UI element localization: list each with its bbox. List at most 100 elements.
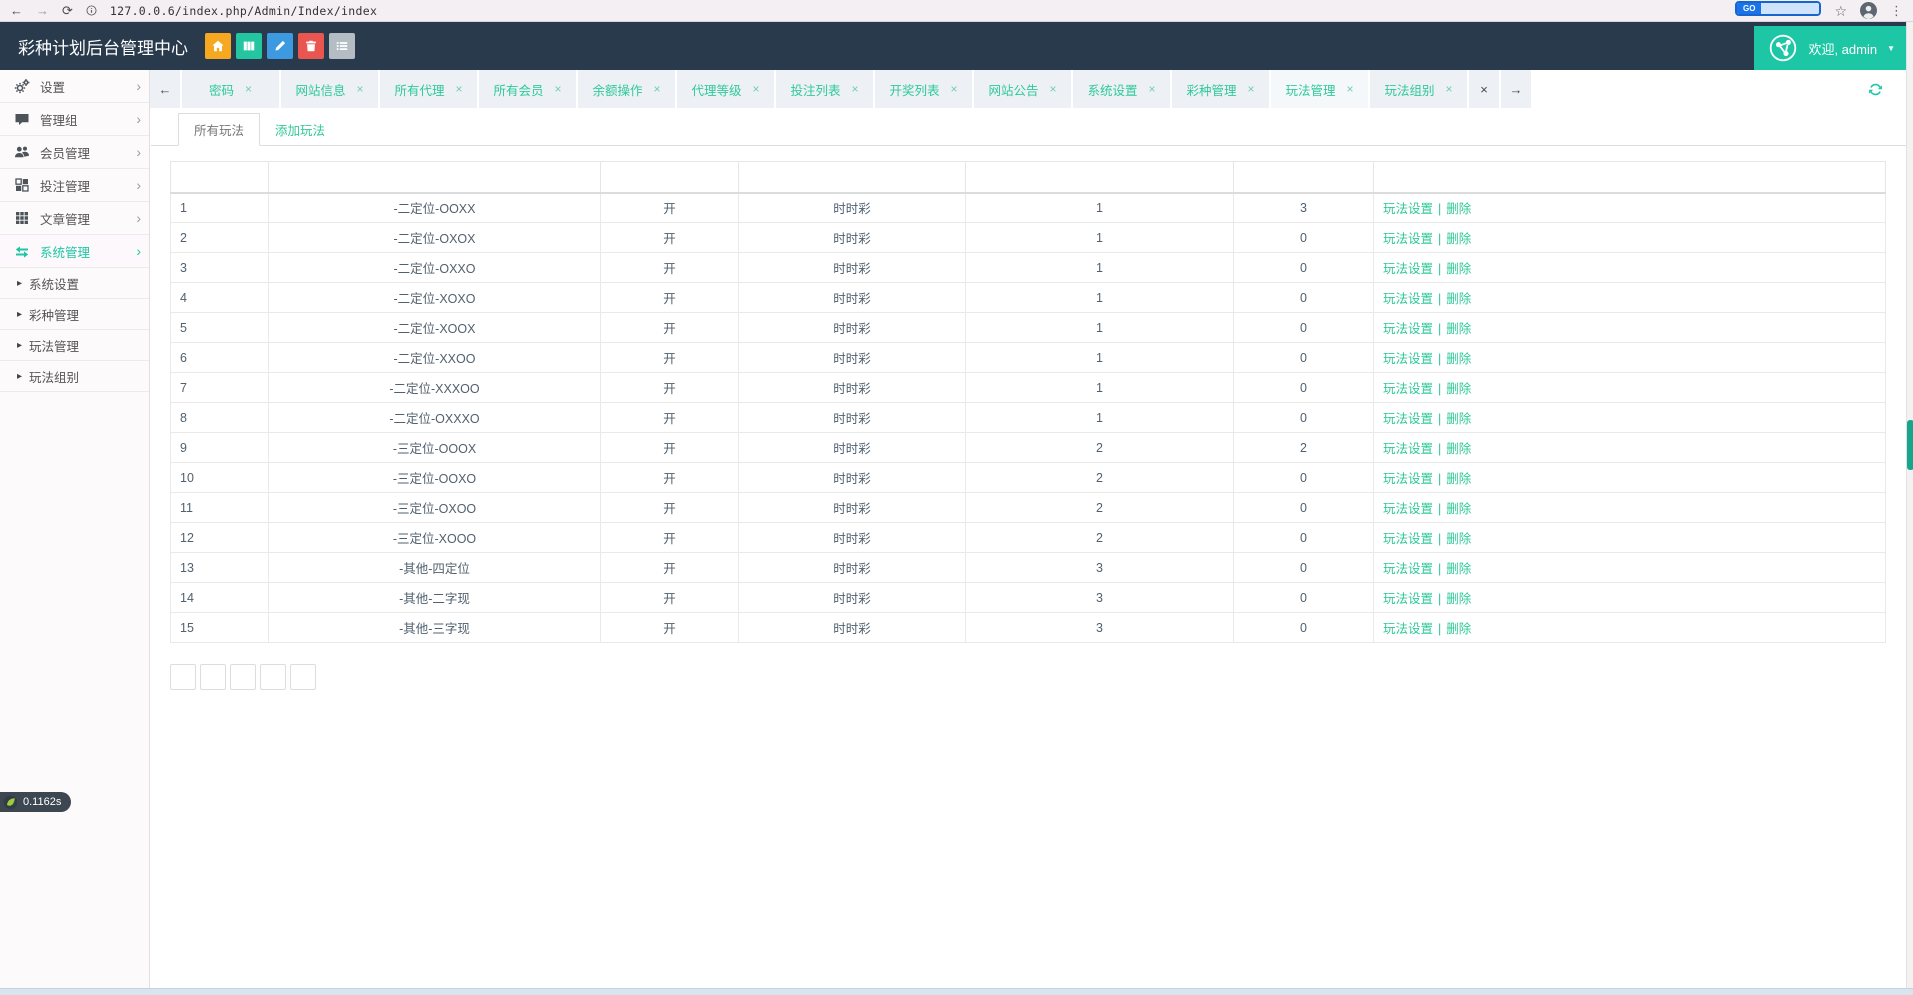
pagination-item[interactable] — [230, 664, 256, 690]
delete-link[interactable]: 删除 — [1446, 352, 1471, 366]
tab-close-icon[interactable]: × — [1149, 83, 1156, 95]
refresh-icon[interactable] — [1867, 81, 1884, 98]
sidebar-item[interactable]: 会员管理 › — [0, 136, 149, 169]
workspace-tab[interactable]: 密码 × — [182, 70, 279, 108]
delete-link[interactable]: 删除 — [1446, 532, 1471, 546]
delete-link[interactable]: 删除 — [1446, 592, 1471, 606]
tab-close-icon[interactable]: × — [753, 83, 760, 95]
header-tool-button[interactable] — [236, 33, 262, 59]
header-tool-button[interactable] — [205, 33, 231, 59]
cell-actions: 玩法设置|删除 — [1374, 313, 1886, 343]
tab-close-icon[interactable]: × — [1446, 83, 1453, 95]
play-settings-link[interactable]: 玩法设置 — [1383, 292, 1433, 306]
tab-close-icon[interactable]: × — [245, 83, 252, 95]
address-bar-url[interactable]: 127.0.0.6/index.php/Admin/Index/index — [110, 4, 377, 18]
sidebar-item[interactable]: 设置 › — [0, 70, 149, 103]
workspace-tab[interactable]: 系统设置 × — [1073, 70, 1170, 108]
workspace-tab[interactable]: 玩法组别 × — [1370, 70, 1467, 108]
play-settings-link[interactable]: 玩法设置 — [1383, 322, 1433, 336]
play-settings-link[interactable]: 玩法设置 — [1383, 382, 1433, 396]
tab-close-icon[interactable]: × — [555, 83, 562, 95]
play-settings-link[interactable]: 玩法设置 — [1383, 412, 1433, 426]
delete-link[interactable]: 删除 — [1446, 412, 1471, 426]
cell-sort: 0 — [1234, 463, 1374, 493]
pagination-item[interactable] — [200, 664, 226, 690]
browser-menu-dots-icon[interactable]: ⋮ — [1890, 4, 1903, 17]
workspace-tab[interactable]: 代理等级 × — [677, 70, 774, 108]
tab-close-all-icon[interactable]: × — [1469, 70, 1499, 108]
tab-close-icon[interactable]: × — [654, 83, 661, 95]
delete-link[interactable]: 删除 — [1446, 382, 1471, 396]
play-settings-link[interactable]: 玩法设置 — [1383, 232, 1433, 246]
header-tool-button[interactable] — [298, 33, 324, 59]
workspace-tab[interactable]: 余额操作 × — [578, 70, 675, 108]
play-settings-link[interactable]: 玩法设置 — [1383, 472, 1433, 486]
play-settings-link[interactable]: 玩法设置 — [1383, 592, 1433, 606]
delete-link[interactable]: 删除 — [1446, 562, 1471, 576]
tab-close-icon[interactable]: × — [1248, 83, 1255, 95]
workspace-tab[interactable]: 网站信息 × — [281, 70, 378, 108]
tab-close-icon[interactable]: × — [357, 83, 364, 95]
browser-profile-avatar-icon[interactable] — [1860, 2, 1877, 19]
play-settings-link[interactable]: 玩法设置 — [1383, 622, 1433, 636]
pagination-item[interactable] — [170, 664, 196, 690]
vertical-scrollbar[interactable] — [1906, 22, 1913, 988]
tab-close-icon[interactable]: × — [1347, 83, 1354, 95]
pagination-item[interactable] — [290, 664, 316, 690]
cell-sort: 0 — [1234, 343, 1374, 373]
delete-link[interactable]: 删除 — [1446, 472, 1471, 486]
horizontal-scrollbar[interactable] — [0, 988, 1913, 995]
tab-close-icon[interactable]: × — [852, 83, 859, 95]
scrollbar-thumb[interactable] — [1907, 420, 1913, 470]
play-settings-link[interactable]: 玩法设置 — [1383, 442, 1433, 456]
delete-link[interactable]: 删除 — [1446, 622, 1471, 636]
delete-link[interactable]: 删除 — [1446, 292, 1471, 306]
workspace-tab[interactable]: 投注列表 × — [776, 70, 873, 108]
workspace-tab[interactable]: 所有会员 × — [479, 70, 576, 108]
delete-link[interactable]: 删除 — [1446, 262, 1471, 276]
tab-close-icon[interactable]: × — [1050, 83, 1057, 95]
cell-name: -二定位-OXXO — [269, 253, 601, 283]
user-menu[interactable]: 欢迎, admin ▼ — [1754, 26, 1913, 70]
sidebar-subitem[interactable]: ▸ 玩法管理 — [0, 330, 149, 361]
delete-link[interactable]: 删除 — [1446, 442, 1471, 456]
workspace-tab[interactable]: 玩法管理 × — [1271, 70, 1368, 108]
sidebar-subitem[interactable]: ▸ 彩种管理 — [0, 299, 149, 330]
workspace-tab[interactable]: 所有代理 × — [380, 70, 477, 108]
delete-link[interactable]: 删除 — [1446, 232, 1471, 246]
browser-forward-icon[interactable]: → — [36, 4, 49, 17]
delete-link[interactable]: 删除 — [1446, 202, 1471, 216]
delete-link[interactable]: 删除 — [1446, 322, 1471, 336]
sidebar-item[interactable]: 投注管理 › — [0, 169, 149, 202]
workspace-tab[interactable]: 网站公告 × — [974, 70, 1071, 108]
play-settings-link[interactable]: 玩法设置 — [1383, 562, 1433, 576]
tab-close-icon[interactable]: × — [951, 83, 958, 95]
content-subtab[interactable]: 添加玩法 — [260, 113, 340, 146]
browser-extension-popup[interactable]: GO — [1735, 1, 1821, 16]
page-info-icon[interactable] — [86, 5, 97, 16]
tab-scroll-right-icon[interactable]: → — [1501, 70, 1531, 108]
tab-close-icon[interactable]: × — [456, 83, 463, 95]
browser-back-icon[interactable]: ← — [10, 4, 23, 17]
header-tool-button[interactable] — [267, 33, 293, 59]
sidebar-item[interactable]: 文章管理 › — [0, 202, 149, 235]
header-tool-button[interactable] — [329, 33, 355, 59]
delete-link[interactable]: 删除 — [1446, 502, 1471, 516]
play-settings-link[interactable]: 玩法设置 — [1383, 262, 1433, 276]
play-settings-link[interactable]: 玩法设置 — [1383, 352, 1433, 366]
pagination-item[interactable] — [260, 664, 286, 690]
play-settings-link[interactable]: 玩法设置 — [1383, 502, 1433, 516]
bookmark-star-icon[interactable]: ☆ — [1834, 4, 1847, 18]
table-header-cell — [1234, 162, 1374, 193]
workspace-tab[interactable]: 彩种管理 × — [1172, 70, 1269, 108]
sidebar-subitem[interactable]: ▸ 玩法组别 — [0, 361, 149, 392]
sidebar-item[interactable]: 管理组 › — [0, 103, 149, 136]
tab-scroll-left-icon[interactable]: ← — [150, 70, 180, 108]
sidebar-subitem[interactable]: ▸ 系统设置 — [0, 268, 149, 299]
workspace-tab[interactable]: 开奖列表 × — [875, 70, 972, 108]
play-settings-link[interactable]: 玩法设置 — [1383, 532, 1433, 546]
sidebar-item[interactable]: 系统管理 › — [0, 235, 149, 268]
content-subtab[interactable]: 所有玩法 — [178, 113, 260, 146]
play-settings-link[interactable]: 玩法设置 — [1383, 202, 1433, 216]
browser-reload-icon[interactable]: ⟳ — [62, 4, 73, 17]
